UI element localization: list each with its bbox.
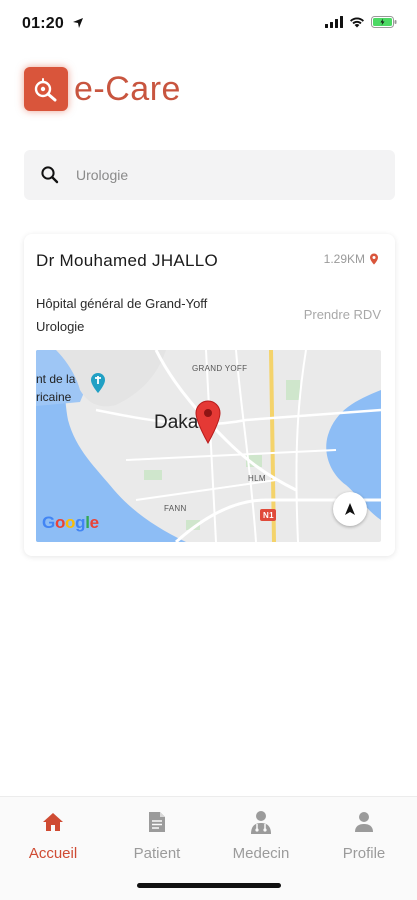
search-icon xyxy=(41,166,59,184)
map-view[interactable]: GRAND YOFF HLM FANN nt de la ricaine Dak… xyxy=(36,350,381,542)
stethoscope-icon xyxy=(34,78,57,102)
search-bar[interactable]: Urologie xyxy=(24,150,395,200)
nav-item-medecin[interactable]: Medecin xyxy=(216,809,306,862)
doctor-name: Dr Mouhamed JHALLO xyxy=(36,251,219,270)
specialty-label: Urologie xyxy=(36,319,85,334)
app-header: e-Care xyxy=(24,66,181,112)
map-label-hlm: HLM xyxy=(248,474,266,483)
status-icons xyxy=(325,16,397,28)
doctor-card[interactable]: Dr Mouhamed JHALLO 1.29KM Hôpital généra… xyxy=(24,234,395,556)
nav-label-medecin: Medecin xyxy=(232,845,290,862)
home-indicator xyxy=(137,883,281,888)
nav-label-accueil: Accueil xyxy=(28,845,78,862)
navigation-arrow-icon xyxy=(345,503,355,515)
map-label-grand-yoff: GRAND YOFF xyxy=(192,364,248,373)
app-logo xyxy=(24,67,68,111)
document-icon xyxy=(149,812,165,832)
map-marker-icon xyxy=(195,400,221,444)
map-label-fragment-1: nt de la xyxy=(36,372,76,386)
location-arrow-icon xyxy=(73,18,83,28)
google-logo: Google xyxy=(42,513,99,532)
map-road-sign: N1 xyxy=(263,511,274,520)
status-time: 01:20 xyxy=(22,15,64,32)
nav-label-patient: Patient xyxy=(133,845,181,862)
nav-item-profile[interactable]: Profile xyxy=(319,809,409,862)
user-icon xyxy=(355,812,373,832)
distance-value: 1.29KM xyxy=(323,252,365,266)
hospital-name: Hôpital général de Grand-Yoff xyxy=(36,296,208,311)
distance-badge: 1.29KM xyxy=(324,252,379,266)
nav-item-accueil[interactable]: Accueil xyxy=(8,809,98,862)
home-icon xyxy=(43,813,63,831)
book-appointment-button[interactable]: Prendre RDV xyxy=(304,307,381,322)
wifi-icon xyxy=(350,17,364,28)
status-bar: 01:20 xyxy=(0,0,417,48)
cellular-signal-icon xyxy=(325,16,343,28)
map-label-fann: FANN xyxy=(164,504,187,513)
recenter-button[interactable] xyxy=(333,492,367,526)
location-pin-icon xyxy=(370,253,378,265)
nav-item-patient[interactable]: Patient xyxy=(112,809,202,862)
search-input[interactable]: Urologie xyxy=(76,167,128,183)
app-title: e-Care xyxy=(74,69,181,108)
nav-label-profile: Profile xyxy=(342,845,386,862)
doctor-icon xyxy=(251,811,271,834)
map-label-fragment-2: ricaine xyxy=(36,390,72,404)
battery-icon xyxy=(371,16,397,28)
